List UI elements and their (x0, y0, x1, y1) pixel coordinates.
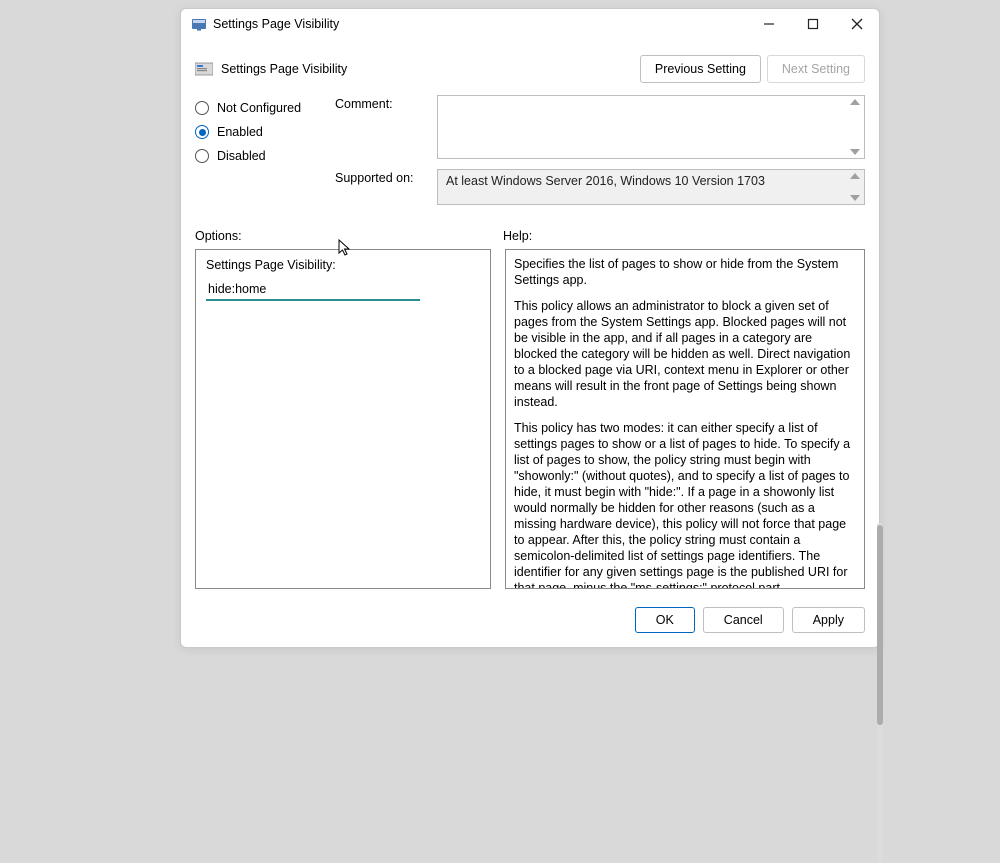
next-setting-button: Next Setting (767, 55, 865, 83)
help-paragraph: This policy has two modes: it can either… (514, 420, 856, 589)
supported-on-label: Supported on: (335, 169, 437, 205)
radio-icon (195, 149, 209, 163)
scrollbar[interactable] (846, 170, 864, 204)
comment-textarea[interactable] (437, 95, 865, 159)
help-paragraph: This policy allows an administrator to b… (514, 298, 856, 410)
radio-icon (195, 125, 209, 139)
policy-dialog: Settings Page Visibility Settings Page V… (180, 8, 880, 648)
scroll-up-icon (850, 173, 860, 179)
scroll-thumb (877, 525, 883, 725)
radio-disabled[interactable]: Disabled (195, 149, 335, 163)
visibility-input[interactable] (206, 280, 420, 301)
scrollbar[interactable] (846, 96, 864, 158)
scroll-down-icon (850, 149, 860, 155)
previous-setting-button[interactable]: Previous Setting (640, 55, 761, 83)
policy-icon (195, 61, 213, 77)
help-paragraph: Specifies the list of pages to show or h… (514, 256, 856, 288)
help-section-label: Help: (503, 229, 532, 243)
options-field-label: Settings Page Visibility: (206, 258, 480, 272)
policy-title: Settings Page Visibility (221, 62, 347, 76)
scroll-down-icon (850, 195, 860, 201)
radio-icon (195, 101, 209, 115)
cancel-button[interactable]: Cancel (703, 607, 784, 633)
app-icon (191, 16, 207, 32)
header: Settings Page Visibility Previous Settin… (181, 39, 879, 93)
radio-enabled[interactable]: Enabled (195, 125, 335, 139)
window-title: Settings Page Visibility (213, 17, 339, 31)
supported-on-box: At least Windows Server 2016, Windows 10… (437, 169, 865, 205)
state-radios: Not Configured Enabled Disabled (195, 95, 335, 211)
supported-on-value: At least Windows Server 2016, Windows 10… (446, 174, 765, 188)
options-section-label: Options: (195, 229, 503, 243)
minimize-button[interactable] (747, 9, 791, 39)
radio-label: Not Configured (217, 101, 301, 115)
radio-label: Enabled (217, 125, 263, 139)
titlebar: Settings Page Visibility (181, 9, 879, 39)
help-pane: Specifies the list of pages to show or h… (505, 249, 865, 589)
ok-button[interactable]: OK (635, 607, 695, 633)
apply-button[interactable]: Apply (792, 607, 865, 633)
help-scrollbar[interactable] (877, 523, 883, 863)
radio-not-configured[interactable]: Not Configured (195, 101, 335, 115)
radio-label: Disabled (217, 149, 266, 163)
scroll-up-icon (850, 99, 860, 105)
options-pane: Settings Page Visibility: (195, 249, 491, 589)
comment-label: Comment: (335, 95, 437, 159)
maximize-button[interactable] (791, 9, 835, 39)
close-button[interactable] (835, 9, 879, 39)
